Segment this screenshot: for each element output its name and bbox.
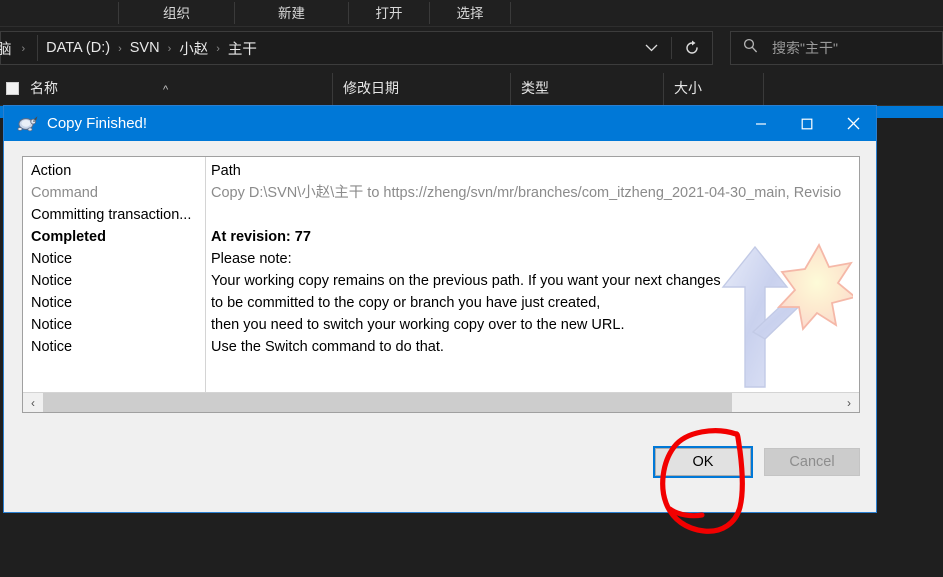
column-header-type-label: 类型 [521,80,549,96]
close-button[interactable] [830,106,876,141]
ribbon-divider [510,2,511,24]
column-header-date-label: 修改日期 [343,80,399,96]
log-row[interactable]: Completed At revision: 77 [23,226,859,248]
log-row[interactable]: Notice Use the Switch command to do that… [23,336,859,358]
ribbon-item-organize-label: 组织 [163,5,190,21]
log-row-path: Use the Switch command to do that. [211,339,444,355]
breadcrumb-separator-icon: › [21,43,26,55]
screen: 组织 新建 打开 选择 脑 › DATA (D:) › SVN › 小赵 › 主… [0,0,943,577]
breadcrumb-xiaozhao[interactable]: 小赵 [177,38,210,59]
address-bar-actions [631,32,712,64]
log-row-path: to be committed to the copy or branch yo… [211,295,601,311]
log-row[interactable]: Notice to be committed to the copy or br… [23,292,859,314]
log-list-box[interactable]: Action Path Command Copy D:\SVN\小赵\主干 to… [22,156,860,413]
column-header-size-label: 大小 [674,80,702,96]
address-divider [37,35,39,61]
log-row-action: Committing transaction... [31,207,192,223]
cancel-button: Cancel [764,448,860,476]
dialog-title-bar[interactable]: Copy Finished! [4,106,876,141]
scroll-right-arrow-icon[interactable]: › [839,393,859,412]
select-all-checkbox[interactable] [6,82,19,95]
maximize-button[interactable] [784,106,830,141]
scrollbar-thumb[interactable] [43,393,732,412]
ok-button[interactable]: OK [653,446,753,478]
sort-ascending-icon: ^ [163,84,169,96]
log-header-row: Action Path [23,160,859,182]
explorer-ribbon-toolbar: 组织 新建 打开 选择 [0,0,943,27]
breadcrumb-this-pc[interactable]: 脑 [0,38,16,59]
column-header-name[interactable]: ^ 名称 [0,73,332,105]
window-controls [738,106,876,141]
ribbon-item-open[interactable]: 打开 [349,0,429,27]
breadcrumb-separator-icon: › [216,43,220,55]
dialog-button-row: OK Cancel [4,420,876,512]
log-header-action: Action [31,163,72,179]
log-row-action: Completed [31,229,106,245]
ribbon-item-new[interactable]: 新建 [235,0,348,27]
ribbon-item-new-label: 新建 [278,5,305,21]
scroll-left-arrow-icon[interactable]: ‹ [23,393,43,412]
cancel-button-label: Cancel [789,454,835,470]
breadcrumb-svn[interactable]: SVN [128,40,162,56]
log-row-action: Notice [31,295,73,311]
log-header-path: Path [211,163,241,179]
file-list-column-headers: ^ 名称 修改日期 类型 大小 [0,73,943,106]
log-row-action: Notice [31,317,73,333]
scrollbar-track[interactable] [43,393,839,412]
breadcrumb-zhugan[interactable]: 主干 [226,38,259,59]
ribbon-item-open-label: 打开 [375,5,403,21]
dialog-title: Copy Finished! [47,115,148,132]
log-row-path: Your working copy remains on the previou… [211,273,721,289]
log-row-path: At revision: 77 [211,229,311,245]
copy-finished-dialog: Copy Finished! Action Path Command Copy … [3,105,877,513]
search-box[interactable]: 搜索"主干" [730,31,943,65]
breadcrumb-separator-icon: › [167,43,172,55]
ribbon-item-select[interactable]: 选择 [430,0,510,27]
column-header-type[interactable]: 类型 [510,73,663,105]
minimize-button[interactable] [738,106,784,141]
log-row[interactable]: Notice Please note: [23,248,859,270]
address-bar[interactable]: 脑 › DATA (D:) › SVN › 小赵 › 主干 [0,31,713,65]
tortoisesvn-turtle-icon [16,115,38,133]
ok-button-label: OK [692,454,714,470]
log-row[interactable]: Committing transaction... [23,204,859,226]
horizontal-scrollbar[interactable]: ‹ › [23,392,859,412]
column-header-date-modified[interactable]: 修改日期 [332,73,510,105]
log-row-action: Notice [31,339,73,355]
log-row-action: Notice [31,251,73,267]
log-row-path: Please note: [211,251,292,267]
log-row[interactable]: Notice Your working copy remains on the … [23,270,859,292]
log-row-action: Command [31,185,98,201]
ribbon-item-select-label: 选择 [456,5,484,21]
ribbon-item-organize[interactable]: 组织 [119,0,234,27]
refresh-icon[interactable] [672,32,712,64]
log-row-action: Notice [31,273,73,289]
breadcrumb-separator-icon: › [118,43,122,55]
log-row-path: Copy D:\SVN\小赵\主干 to https://zheng/svn/m… [211,185,842,201]
log-row-path: then you need to switch your working cop… [211,317,625,333]
search-icon [743,38,758,58]
log-row[interactable]: Command Copy D:\SVN\小赵\主干 to https://zhe… [23,182,859,204]
breadcrumb-data-d[interactable]: DATA (D:) [44,40,112,56]
log-grid: Action Path Command Copy D:\SVN\小赵\主干 to… [23,157,859,412]
search-placeholder: 搜索"主干" [772,40,838,56]
chevron-down-icon[interactable] [631,32,671,64]
column-header-name-label: 名称 [30,80,58,96]
column-header-extra[interactable] [763,73,943,105]
log-row[interactable]: Notice then you need to switch your work… [23,314,859,336]
column-header-size[interactable]: 大小 [663,73,763,105]
